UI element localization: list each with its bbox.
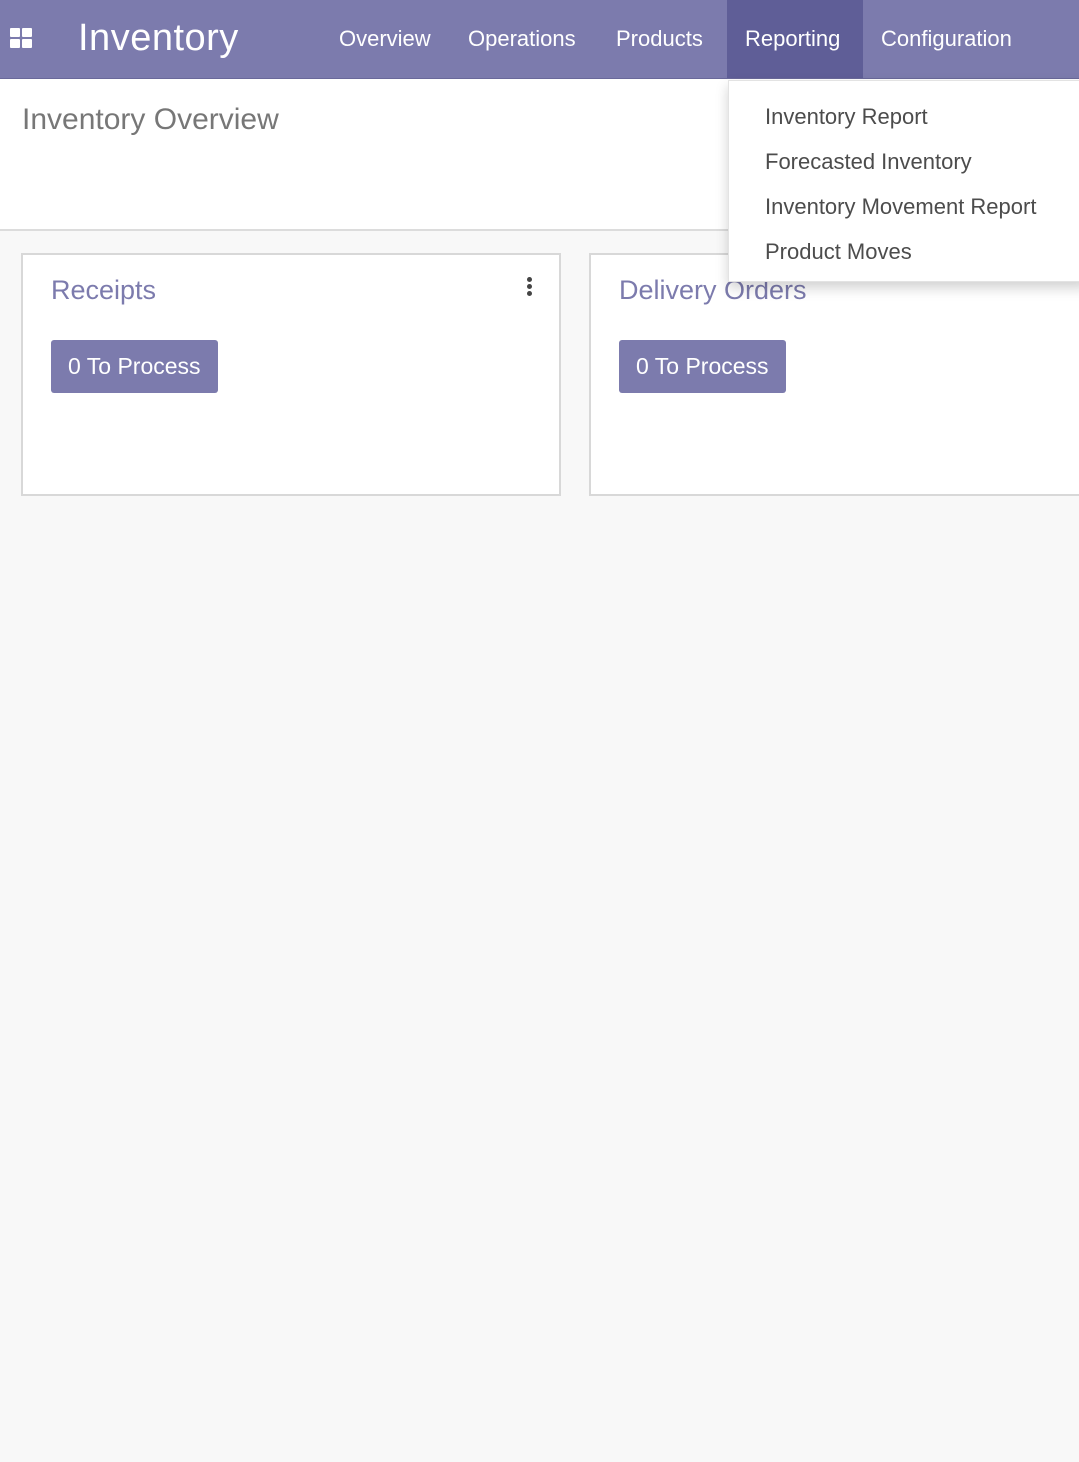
dropdown-item-inventory-movement-report[interactable]: Inventory Movement Report: [729, 184, 1079, 229]
top-navbar: Inventory Overview Operations Products R…: [0, 0, 1079, 79]
delivery-orders-card: Delivery Orders 0 To Process: [589, 253, 1079, 496]
menu-overview[interactable]: Overview: [321, 0, 449, 78]
menu-configuration[interactable]: Configuration: [863, 0, 1030, 78]
menu-operations[interactable]: Operations: [450, 0, 594, 78]
grid-icon[interactable]: [10, 28, 32, 48]
kebab-icon[interactable]: [525, 277, 533, 297]
receipts-card: Receipts 0 To Process: [21, 253, 561, 496]
receipts-to-process-button[interactable]: 0 To Process: [51, 340, 218, 393]
delivery-to-process-button[interactable]: 0 To Process: [619, 340, 786, 393]
dropdown-item-forecasted-inventory[interactable]: Forecasted Inventory: [729, 139, 1079, 184]
menu-reporting[interactable]: Reporting: [727, 0, 863, 78]
card-title-receipts[interactable]: Receipts: [51, 275, 156, 306]
app-title[interactable]: Inventory: [78, 14, 239, 62]
page-title: Inventory Overview: [22, 103, 279, 136]
dropdown-item-product-moves[interactable]: Product Moves: [729, 229, 1079, 274]
reporting-dropdown: Inventory Report Forecasted Inventory In…: [728, 80, 1079, 282]
dropdown-item-inventory-report[interactable]: Inventory Report: [729, 94, 1079, 139]
menu-products[interactable]: Products: [598, 0, 721, 78]
